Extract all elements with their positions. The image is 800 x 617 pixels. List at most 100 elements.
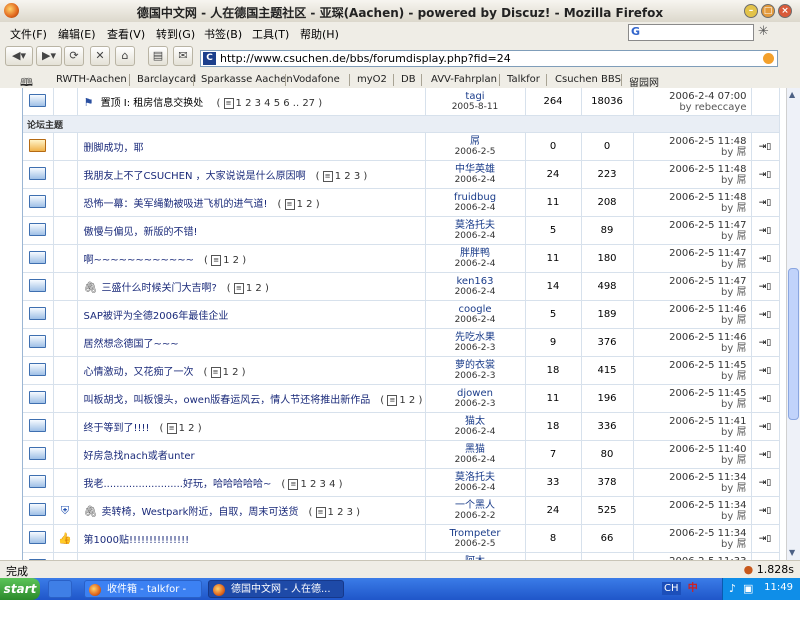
last-post-by[interactable]: by 屌 (634, 147, 746, 158)
last-post-by[interactable]: by 屌 (634, 483, 746, 494)
thread-author[interactable]: 中华英雄 (426, 164, 525, 175)
volume-icon[interactable]: ♪ (729, 582, 736, 595)
thread-author[interactable]: coogle (426, 304, 525, 315)
last-post-arrow-icon[interactable]: ⇥▯ (751, 356, 780, 385)
last-post-by[interactable]: by 屌 (634, 231, 746, 242)
thread-author[interactable]: fruidbug (426, 192, 525, 203)
last-post-by[interactable]: by 屌 (634, 203, 746, 214)
search-input[interactable]: G (628, 24, 754, 41)
thread-title[interactable]: SAP被评为全德2006年最佳企业 (84, 311, 229, 322)
thread-author[interactable]: 胖胖鸭 (426, 248, 525, 259)
thread-author[interactable]: ken163 (426, 276, 525, 287)
thread-title[interactable]: 啊~~~~~~~~~~~~ (84, 255, 195, 266)
scroll-down-icon[interactable]: ▼ (789, 548, 795, 557)
last-post-arrow-icon[interactable]: ⇥▯ (751, 468, 780, 497)
last-post-arrow-icon[interactable]: ⇥▯ (751, 524, 780, 553)
last-post-arrow-icon[interactable]: ⇥▯ (751, 384, 780, 413)
last-post-by[interactable]: by 屌 (634, 371, 746, 382)
last-post-arrow-icon[interactable]: ⇥▯ (751, 300, 780, 329)
menu-file[interactable]: 文件(F) (10, 26, 47, 42)
menu-go[interactable]: 转到(G) (156, 26, 195, 42)
last-post-by[interactable]: by 屌 (634, 399, 746, 410)
last-post-by[interactable]: by 屌 (634, 511, 746, 522)
menu-help[interactable]: 帮助(H) (300, 26, 339, 42)
thread-title[interactable]: 我朋友上不了CSUCHEN ，大家说说是什么原因啊 (84, 171, 306, 182)
start-button[interactable]: start (0, 578, 40, 600)
back-button[interactable]: ◀▾ (5, 46, 33, 66)
print-button[interactable]: ▤ (148, 46, 168, 66)
last-post-arrow-icon[interactable]: ⇥▯ (751, 412, 780, 441)
menu-edit[interactable]: 编辑(E) (58, 26, 96, 42)
thread-author[interactable]: djowen (426, 388, 525, 399)
url-bar[interactable]: C http://www.csuchen.de/bbs/forumdisplay… (200, 50, 778, 67)
thread-title[interactable]: 叫板胡戈，叫板馒头，owen版春运风云，情人节还将推出新作品 (84, 395, 371, 406)
stop-button[interactable]: ✕ (90, 46, 110, 66)
bookmark-item[interactable]: DB (401, 74, 416, 85)
last-post-by[interactable]: by 屌 (634, 455, 746, 466)
bookmark-item[interactable]: RWTH-Aachen (56, 74, 127, 85)
bookmark-item[interactable]: Sparkasse Aachen (201, 74, 293, 85)
ime-indicator[interactable]: CH 中 (660, 580, 716, 598)
sticky-author[interactable]: tagi (426, 91, 525, 102)
sticky-thread-title[interactable]: 置顶 I: 租房信息交换处 (101, 98, 204, 109)
last-post-arrow-icon[interactable]: ⇥▯ (751, 188, 780, 217)
thread-title[interactable]: 居然想念德国了~~~ (84, 339, 179, 350)
maximize-button[interactable]: □ (761, 4, 775, 18)
scroll-up-icon[interactable]: ▲ (789, 90, 795, 99)
last-post-arrow-icon[interactable]: ⇥▯ (751, 272, 780, 301)
bookmark-item[interactable]: myO2 (357, 74, 387, 85)
last-post-arrow-icon[interactable]: ⇥▯ (751, 244, 780, 273)
forward-button[interactable]: ▶▾ (36, 46, 62, 66)
last-post-by[interactable]: by 屌 (634, 315, 746, 326)
page-links[interactable]: ( ≡ 1 2 3 4 ) (281, 478, 343, 490)
thread-author[interactable]: 莫洛托夫 (426, 220, 525, 231)
page-links[interactable]: ( ≡ 1 2 3 ) (316, 170, 367, 182)
go-icon[interactable] (763, 53, 774, 64)
bookmark-item[interactable]: Csuchen BBS (555, 74, 621, 85)
thread-title[interactable]: 三盛什么时候关门大吉啊? (101, 283, 216, 294)
menu-view[interactable]: 查看(V) (107, 26, 145, 42)
network-icon[interactable]: ▣ (743, 582, 753, 595)
thread-title[interactable]: 第1000贴!!!!!!!!!!!!!!! (84, 535, 190, 546)
quicklaunch-desktop-icon[interactable] (48, 580, 72, 598)
last-post-arrow-icon[interactable]: ⇥▯ (751, 440, 780, 469)
bookmark-item[interactable]: Barclaycard (137, 74, 196, 85)
vertical-scrollbar[interactable]: ▲ ▼ (786, 88, 800, 560)
last-post-by[interactable]: by 屌 (634, 343, 746, 354)
page-links[interactable]: ( ≡ 1 2 ) (160, 422, 202, 434)
last-post-arrow-icon[interactable]: ⇥▯ (751, 132, 780, 161)
home-button[interactable]: ⌂ (115, 46, 135, 66)
last-post-arrow-icon[interactable]: ⇥▯ (751, 160, 780, 189)
page-links[interactable]: ( ≡ 1 2 3 ) (308, 506, 360, 518)
last-post-arrow-icon[interactable]: ⇥▯ (751, 216, 780, 245)
thread-title[interactable]: 恐怖一幕：美军绳勤被吸进飞机的进气道! (84, 199, 268, 210)
close-button[interactable]: × (778, 4, 792, 18)
page-links[interactable]: ( ≡ 1 2 ) (278, 198, 320, 210)
thread-author[interactable]: 屌 (426, 136, 525, 147)
thread-author[interactable]: 猫太 (426, 416, 525, 427)
thread-title[interactable]: 我老.........................好玩，哈哈哈哈哈~ (84, 479, 272, 490)
menu-bookmarks[interactable]: 书签(B) (204, 26, 242, 42)
thread-title[interactable]: 好房急找nach或者unter (84, 451, 195, 462)
scrollbar-thumb[interactable] (788, 268, 799, 420)
last-post-by[interactable]: by 屌 (634, 287, 746, 298)
page-links[interactable]: ( ≡ 1 2 ) (227, 282, 269, 294)
last-post-by[interactable]: by 屌 (634, 259, 746, 270)
thread-title[interactable]: 心情激动，又花痴了一次 (84, 367, 194, 378)
bookmark-item[interactable]: AVV-Fahrplan (431, 74, 497, 85)
thread-title[interactable]: 终于等到了!!!! (84, 423, 150, 434)
page-links[interactable]: ( ≡ 1 2 ) (204, 366, 246, 378)
last-post-arrow-icon[interactable]: ⇥▯ (751, 328, 780, 357)
taskbar-item-mail[interactable]: 收件箱 - talkfor - 国... (84, 580, 202, 613)
mail-button[interactable]: ✉ (173, 46, 193, 66)
page-links[interactable]: ( ≡ 1 2 ) (380, 394, 422, 406)
taskbar-item-browser[interactable]: 德国中文网 - 人在德... (208, 580, 344, 598)
minimize-button[interactable]: – (744, 4, 758, 18)
menu-tools[interactable]: 工具(T) (252, 26, 289, 42)
thread-author[interactable]: 萝的衣裳 (426, 360, 525, 371)
page-links[interactable]: ( ≡ 1 2 ) (204, 254, 246, 266)
last-post-by[interactable]: by 屌 (634, 539, 746, 550)
sticky-page-links[interactable]: ( ≡ 1 2 3 4 5 6 .. 27 ) (216, 97, 322, 109)
thread-title[interactable]: 卖转椅，Westpark附近，自取，周末可送货 (101, 507, 298, 518)
thread-title[interactable]: 傲慢与偏见，新版的不错! (84, 227, 198, 238)
